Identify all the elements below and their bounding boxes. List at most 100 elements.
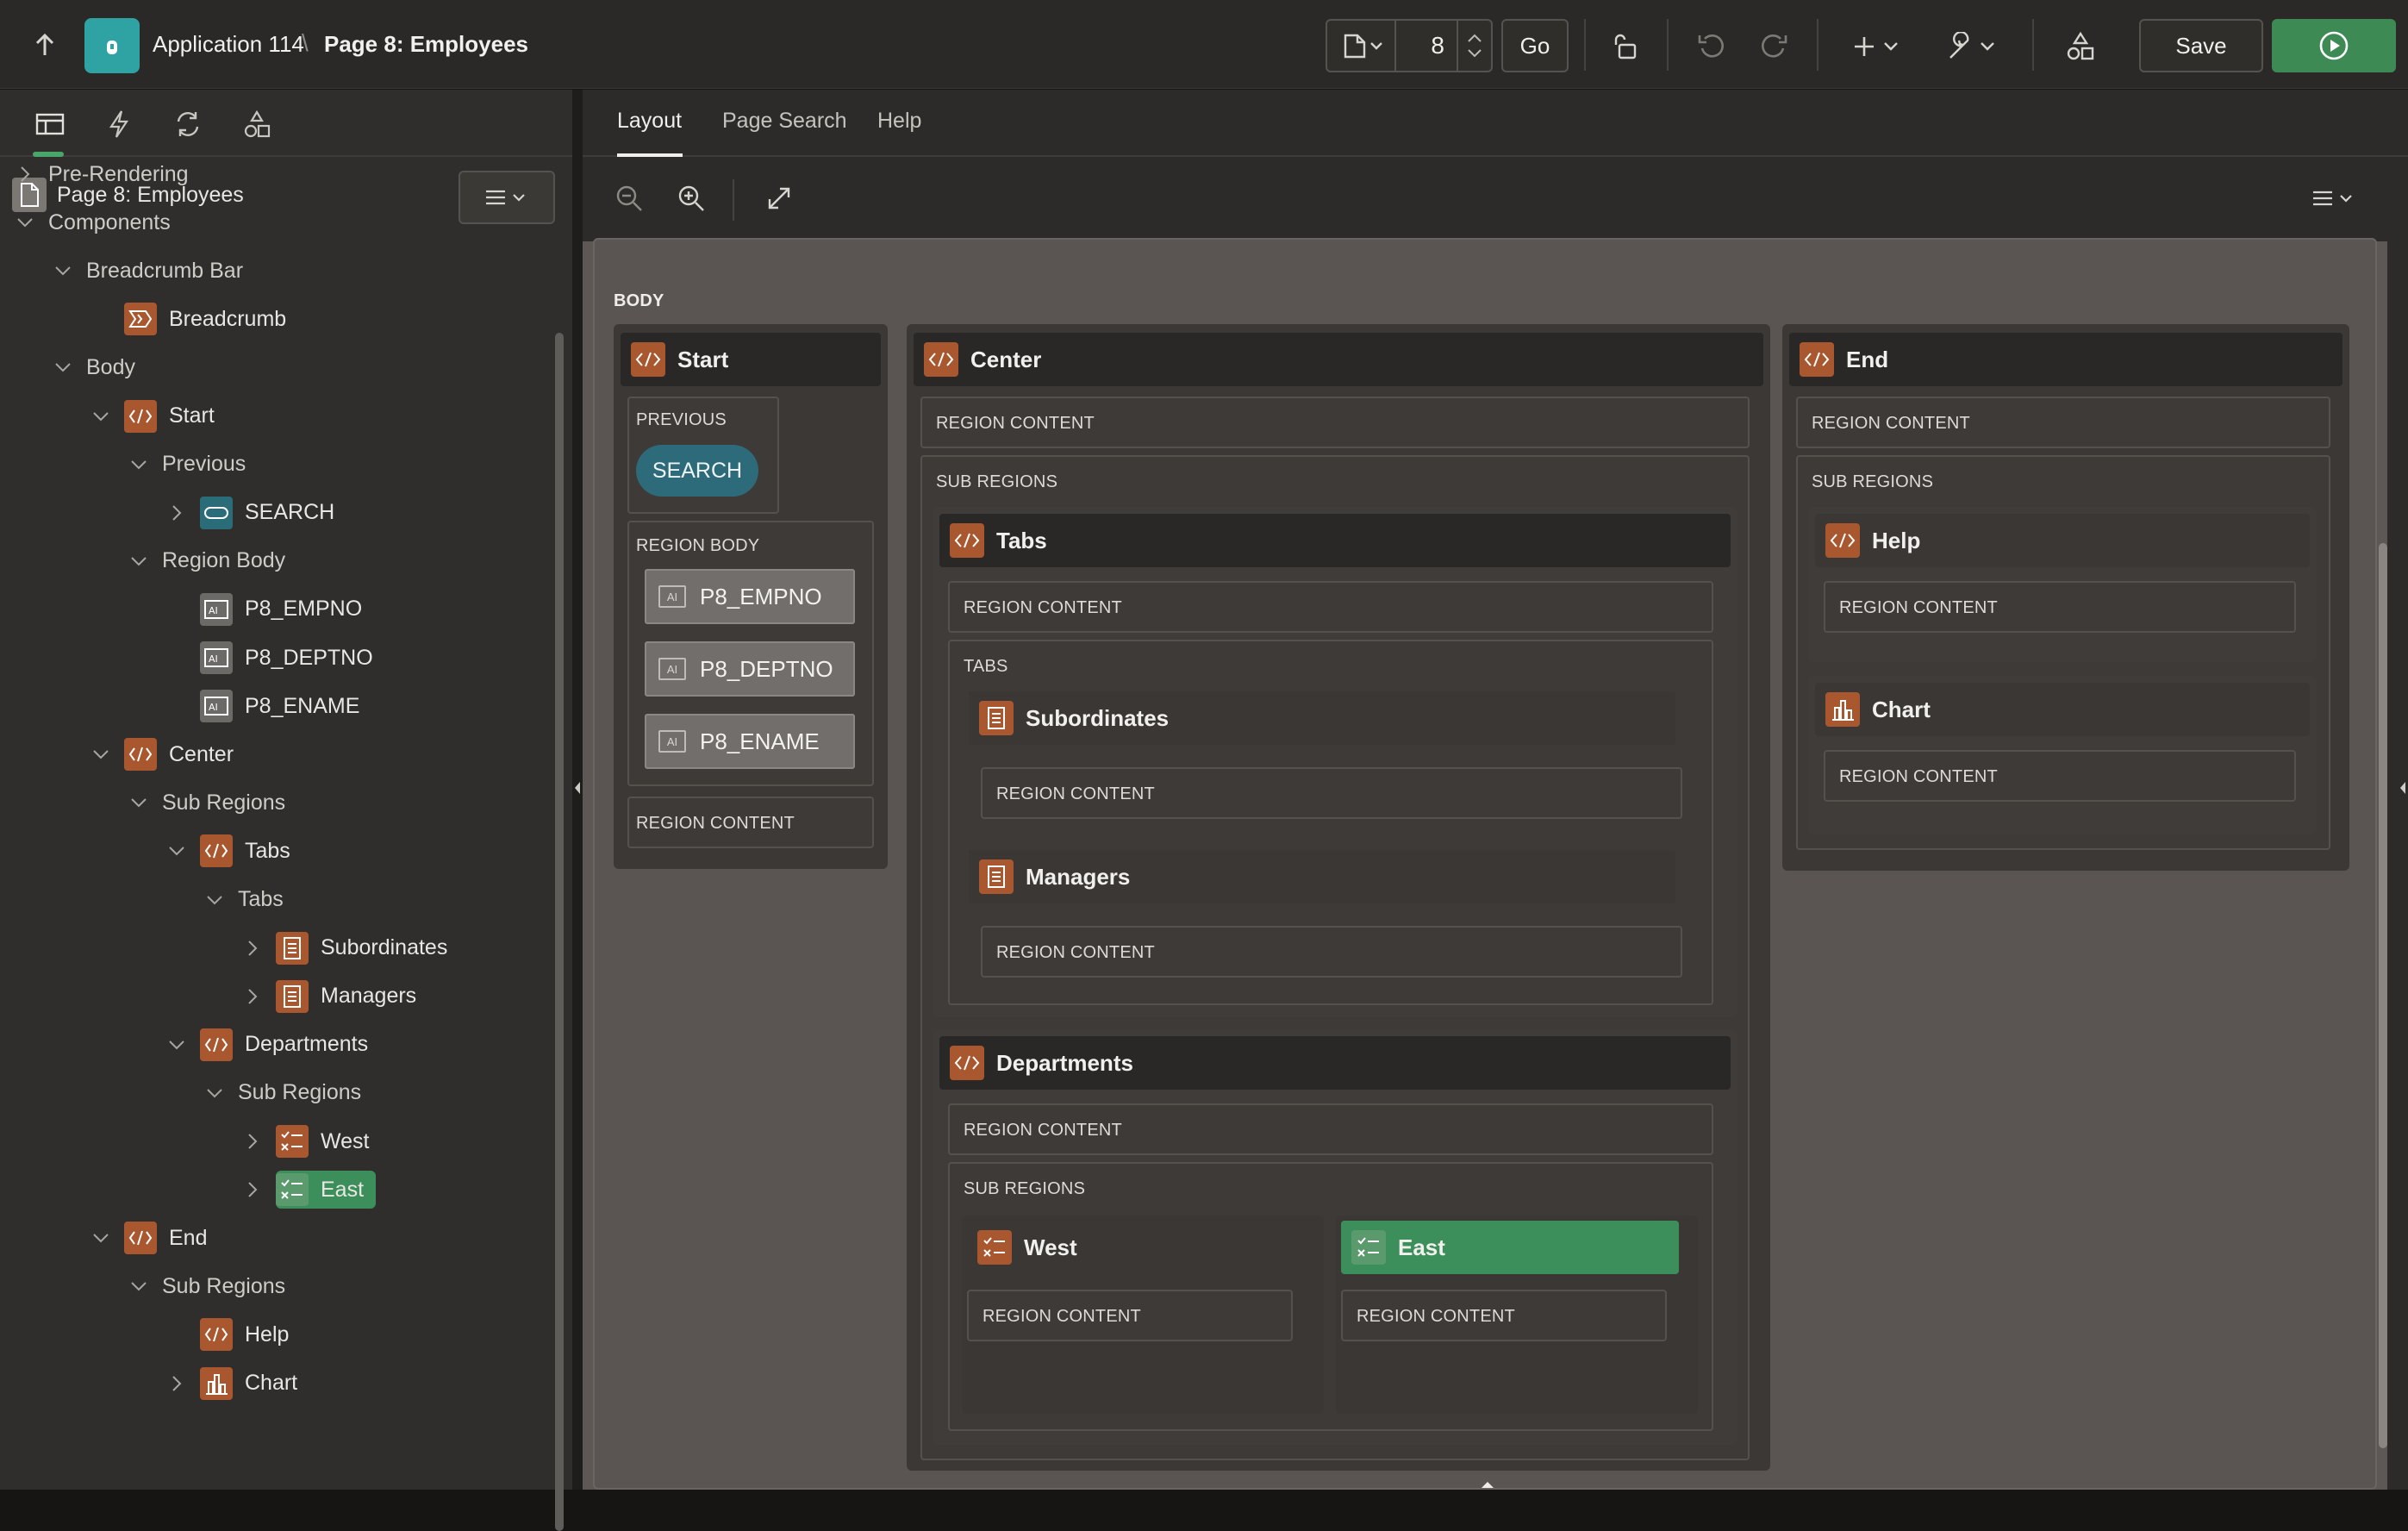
tree-node[interactable]: Breadcrumb Bar <box>53 252 243 290</box>
go-button[interactable]: Go <box>1501 19 1569 72</box>
tree-node-content[interactable]: Sub Regions <box>162 1267 285 1305</box>
tree-node[interactable]: AI P8_DEPTNO <box>167 639 373 677</box>
chevron-right-icon[interactable] <box>243 987 262 1006</box>
page-stepper[interactable] <box>1457 21 1491 71</box>
pane-splitter[interactable] <box>572 90 583 1490</box>
search-button[interactable]: SEARCH <box>636 445 758 497</box>
region-center-header[interactable]: Center <box>914 333 1763 386</box>
tree-node[interactable]: Tabs <box>205 881 284 919</box>
chevron-down-icon[interactable] <box>129 1277 148 1296</box>
tree-node[interactable]: SEARCH <box>167 494 334 532</box>
chevron-down-icon[interactable] <box>129 552 148 571</box>
tree-node[interactable]: AI P8_EMPNO <box>167 591 362 628</box>
region-help[interactable]: Help REGION CONTENT <box>1808 507 2317 662</box>
region-east-header-selected[interactable]: East <box>1341 1221 1679 1274</box>
tree-node[interactable]: Help <box>167 1315 289 1353</box>
chevron-down-icon[interactable] <box>205 890 224 909</box>
tree-node-content[interactable]: Breadcrumb <box>124 300 286 338</box>
rendering-tab-icon[interactable] <box>31 105 69 143</box>
tree-scrollbar[interactable] <box>555 333 564 1531</box>
shared-components-tab-icon[interactable] <box>238 105 276 143</box>
chevron-down-icon[interactable] <box>129 455 148 474</box>
tree-node[interactable]: West <box>243 1122 370 1160</box>
create-menu-icon[interactable] <box>1850 26 1905 67</box>
region-west[interactable]: West REGION CONTENT <box>962 1215 1324 1414</box>
tree-node[interactable]: Breadcrumb <box>91 300 286 338</box>
region-tabs-header[interactable]: Tabs <box>939 514 1731 567</box>
tree-node-content[interactable]: SEARCH <box>200 494 334 532</box>
region-chart-header[interactable]: Chart <box>1815 683 2310 736</box>
tree-node-content[interactable]: AI P8_EMPNO <box>200 591 362 628</box>
tree-node-content[interactable]: Managers <box>276 978 416 1015</box>
tree-node-content[interactable]: Subordinates <box>276 929 447 967</box>
wrench-menu-icon[interactable] <box>1944 26 1999 67</box>
tree-node[interactable]: Subordinates <box>243 929 447 967</box>
chevron-down-icon[interactable] <box>53 358 72 377</box>
chevron-down-icon[interactable] <box>91 745 110 764</box>
tree-node[interactable]: Sub Regions <box>129 1267 285 1305</box>
up-arrow-icon[interactable] <box>26 26 64 64</box>
tree-node[interactable]: Body <box>53 348 135 386</box>
tree-node-content[interactable]: Components <box>48 203 171 241</box>
undo-icon[interactable] <box>1691 26 1732 67</box>
item-p8-empno[interactable]: AI P8_EMPNO <box>645 569 855 624</box>
tree-node[interactable]: Previous <box>129 446 246 484</box>
tab-help[interactable]: Help <box>877 109 921 134</box>
tree-node-content[interactable]: Start <box>124 397 215 435</box>
page-number-input[interactable]: 8 <box>1396 32 1457 59</box>
tree-node[interactable]: Start <box>91 397 215 435</box>
item-p8-ename[interactable]: AI P8_ENAME <box>645 714 855 769</box>
tree-node-content[interactable]: Chart <box>200 1365 297 1403</box>
page-type-dropdown[interactable] <box>1327 21 1396 71</box>
region-east[interactable]: East REGION CONTENT <box>1336 1215 1698 1414</box>
region-center[interactable]: Center REGION CONTENT SUB REGIONS Tabs R… <box>907 324 1770 1471</box>
save-button[interactable]: Save <box>2139 19 2263 72</box>
region-subordinates-header[interactable]: Subordinates <box>969 691 1675 745</box>
tree-node-content[interactable]: Center <box>124 735 234 773</box>
tree-node-content[interactable]: AI P8_DEPTNO <box>200 639 373 677</box>
chevron-right-icon[interactable] <box>167 1374 186 1393</box>
tree-node[interactable]: Tabs <box>167 832 290 870</box>
tree-node-content[interactable]: Help <box>200 1315 289 1353</box>
processing-tab-icon[interactable] <box>169 105 207 143</box>
tree-node[interactable]: Pre-Rendering <box>16 155 189 193</box>
tree-node-content[interactable]: AI P8_ENAME <box>200 687 359 725</box>
app-icon[interactable] <box>84 18 140 73</box>
expand-icon[interactable] <box>760 179 798 217</box>
region-start[interactable]: Start PREVIOUS SEARCH REGION BODY AI P8_E… <box>614 324 888 869</box>
region-help-header[interactable]: Help <box>1815 514 2310 567</box>
tree-node-content[interactable]: Breadcrumb Bar <box>86 252 243 290</box>
lock-icon[interactable] <box>1605 26 1646 67</box>
tree-node[interactable]: East <box>243 1171 377 1209</box>
chevron-down-icon[interactable] <box>205 1084 224 1103</box>
tree-node[interactable]: Components <box>16 203 171 241</box>
chevron-down-icon[interactable] <box>91 407 110 426</box>
chevron-down-icon[interactable] <box>129 793 148 812</box>
region-west-header[interactable]: West <box>967 1221 1312 1274</box>
tree-menu-button[interactable] <box>459 171 555 224</box>
tree-node-content[interactable]: Tabs <box>200 832 290 870</box>
redo-icon[interactable] <box>1753 26 1794 67</box>
layout-menu-icon[interactable] <box>2306 179 2361 217</box>
region-end-header[interactable]: End <box>1789 333 2342 386</box>
region-departments[interactable]: Departments REGION CONTENT SUB REGIONS W… <box>933 1029 1737 1445</box>
chevron-down-icon[interactable] <box>167 1035 186 1054</box>
chevron-right-icon[interactable] <box>243 1180 262 1199</box>
tree-node-content[interactable]: Departments <box>200 1026 368 1064</box>
tree-node[interactable]: Chart <box>167 1365 297 1403</box>
chevron-down-icon[interactable] <box>167 841 186 860</box>
chevron-right-icon[interactable] <box>243 939 262 958</box>
run-page-button[interactable] <box>2272 19 2396 72</box>
item-p8-deptno[interactable]: AI P8_DEPTNO <box>645 641 855 697</box>
shared-components-icon[interactable] <box>2060 26 2101 67</box>
region-managers-header[interactable]: Managers <box>969 850 1675 903</box>
tab-page-search[interactable]: Page Search <box>722 109 847 134</box>
region-tabs[interactable]: Tabs REGION CONTENT TABS Subordinates RE… <box>933 507 1737 1017</box>
tree-node-content[interactable]: Previous <box>162 446 246 484</box>
tree-node-content[interactable]: Body <box>86 348 135 386</box>
chevron-down-icon[interactable] <box>91 1228 110 1247</box>
tree-node[interactable]: Sub Regions <box>129 784 285 822</box>
tree-node[interactable]: Departments <box>167 1026 368 1064</box>
region-start-header[interactable]: Start <box>621 333 881 386</box>
chevron-right-icon[interactable] <box>16 165 34 184</box>
